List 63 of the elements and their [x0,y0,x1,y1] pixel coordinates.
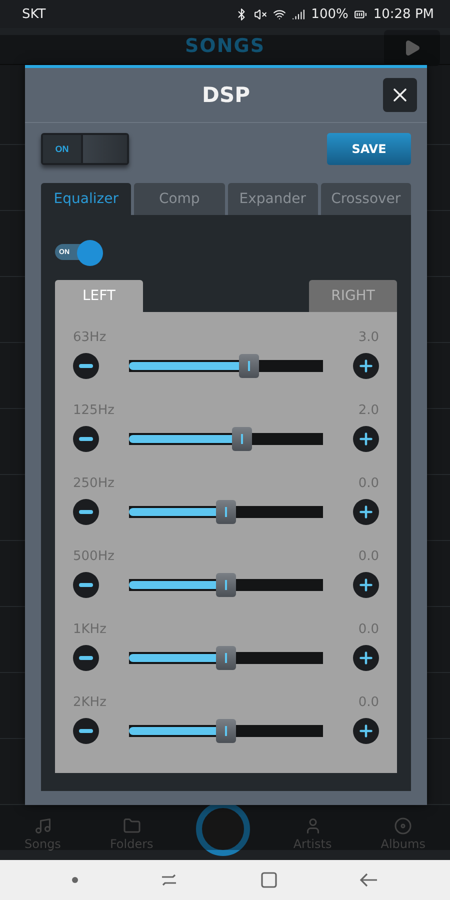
band-value: 2.0 [358,403,379,418]
band-value: 3.0 [358,330,379,345]
plus-button[interactable] [353,426,379,452]
plus-icon [357,503,375,521]
minus-button[interactable] [73,499,99,525]
tab[interactable]: Comp [134,183,224,215]
folder-icon [122,816,141,835]
nav-tab[interactable]: Songs [18,816,67,852]
plus-button[interactable] [353,353,379,379]
play-icon [403,39,421,58]
band-label: 2KHz [73,695,106,710]
dot-icon[interactable] [72,876,78,883]
signal-icon [292,8,306,21]
minus-icon [79,510,93,514]
clock: 10:28 PM [373,6,434,22]
band-label: 250Hz [73,476,114,491]
band-value: 0.0 [358,695,379,710]
dialog-title: DSP [202,83,250,107]
band-label: 500Hz [73,549,114,564]
plus-button[interactable] [353,718,379,744]
plus-icon [357,649,375,667]
minus-button[interactable] [73,718,99,744]
mute-icon [254,8,268,21]
play-button[interactable] [384,30,440,66]
band-value: 0.0 [358,622,379,637]
band-label: 1KHz [73,622,106,637]
plus-button[interactable] [353,499,379,525]
minus-button[interactable] [73,645,99,671]
minus-icon [79,729,93,733]
minus-button[interactable] [73,572,99,598]
minus-button[interactable] [73,353,99,379]
disc-icon [394,816,412,835]
plus-button[interactable] [353,645,379,671]
plus-icon [357,722,375,740]
minus-icon [79,437,93,441]
plus-icon [357,576,375,594]
band-label: 63Hz [73,330,106,345]
channel-tab[interactable]: RIGHT [309,280,397,312]
recents-icon[interactable] [161,872,178,887]
plus-icon [357,357,375,375]
battery-percent: 100% [311,6,348,22]
plus-icon [357,430,375,448]
save-button[interactable]: SAVE [327,133,411,165]
minus-icon [79,583,93,587]
header-title: SONGS [184,34,266,57]
carrier-label: SKT [22,6,46,22]
power-switch[interactable]: ON [41,133,129,165]
channel-tab[interactable]: LEFT [55,280,143,312]
band-value: 0.0 [358,549,379,564]
home-icon[interactable] [260,872,277,888]
battery-icon [354,8,368,21]
band-label: 125Hz [73,403,114,418]
plus-button[interactable] [353,572,379,598]
tab[interactable]: Expander [228,183,318,215]
tab[interactable]: Crossover [320,183,411,215]
minus-button[interactable] [73,426,99,452]
close-button[interactable] [383,78,417,112]
band-value: 0.0 [358,476,379,491]
back-icon[interactable] [360,872,378,887]
tab[interactable]: Equalizer [41,183,132,215]
minus-icon [79,656,93,660]
minus-icon [79,364,93,368]
music-note-icon [34,816,52,835]
